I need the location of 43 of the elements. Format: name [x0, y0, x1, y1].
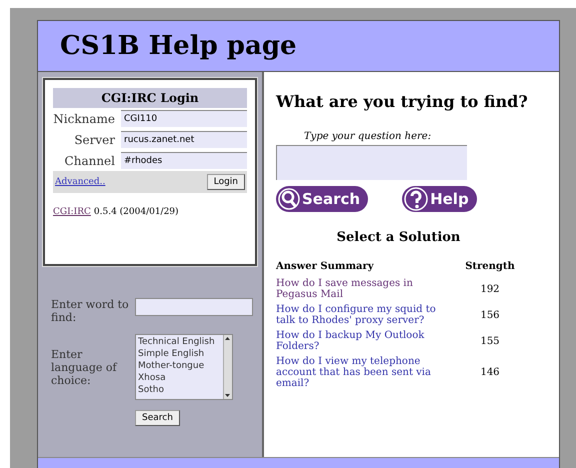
language-option[interactable]: Simple English: [138, 348, 221, 360]
field-label: Server: [73, 132, 116, 146]
page-title: CS1B Help page: [60, 31, 297, 61]
down-arrow-icon[interactable]: [224, 392, 231, 400]
help-icon: [404, 187, 428, 211]
language-list[interactable]: Technical English Simple English Mother-tongue Xhosa Sotho: [135, 334, 233, 400]
solutions-heading: Select a Solution: [336, 230, 462, 245]
language-option[interactable]: Xhosa: [138, 372, 221, 384]
version-link[interactable]: CGI:IRC: [53, 207, 91, 217]
help-button[interactable]: Help: [402, 186, 477, 212]
search-icon: [278, 188, 300, 210]
strength-value: 192: [480, 284, 500, 294]
field-label: Nickname: [53, 112, 116, 126]
strength-value: 156: [480, 310, 500, 320]
answer-link[interactable]: How do I view my telephone account that has been sent via email?: [276, 356, 454, 389]
language-option[interactable]: Technical English: [138, 336, 221, 348]
search-button[interactable]: Search: [135, 410, 180, 426]
strength-value: 146: [480, 367, 500, 378]
column-header: Answer Summary: [276, 261, 375, 274]
login-title: CGI:IRC Login: [53, 88, 247, 108]
answer-link[interactable]: How do I save messages in Pegasus Mail: [276, 278, 454, 300]
language-option[interactable]: Sotho: [138, 384, 221, 396]
question-heading: What are you trying to find?: [276, 92, 529, 111]
scrollbar[interactable]: [223, 335, 232, 400]
input-field[interactable]: rucus.zanet.net: [121, 131, 247, 148]
login-button[interactable]: Login: [206, 174, 245, 190]
field-label: Channel: [64, 154, 116, 168]
question-input[interactable]: [276, 145, 467, 180]
word-label: Enter word to find:: [51, 298, 130, 324]
answer-link[interactable]: How do I backup My Outlook Folders?: [276, 330, 454, 352]
word-input[interactable]: [135, 298, 253, 316]
question-prompt: Type your question here:: [304, 131, 432, 142]
input-field[interactable]: #rhodes: [121, 152, 247, 169]
answer-link[interactable]: How do I configure my squid to talk to Rhodes' proxy server?: [276, 304, 454, 326]
up-arrow-icon[interactable]: [224, 335, 231, 342]
language-label: Enter language of choice:: [51, 348, 118, 388]
version-text: 0.5.4 (2004/01/29): [94, 207, 179, 217]
strength-value: 155: [480, 336, 500, 346]
search-button[interactable]: Search: [276, 186, 368, 212]
advanced-link[interactable]: Advanced..: [55, 177, 106, 187]
column-header: Strength: [464, 261, 516, 274]
input-field[interactable]: CGI110: [121, 110, 247, 127]
language-option[interactable]: Mother-tongue: [138, 360, 221, 372]
